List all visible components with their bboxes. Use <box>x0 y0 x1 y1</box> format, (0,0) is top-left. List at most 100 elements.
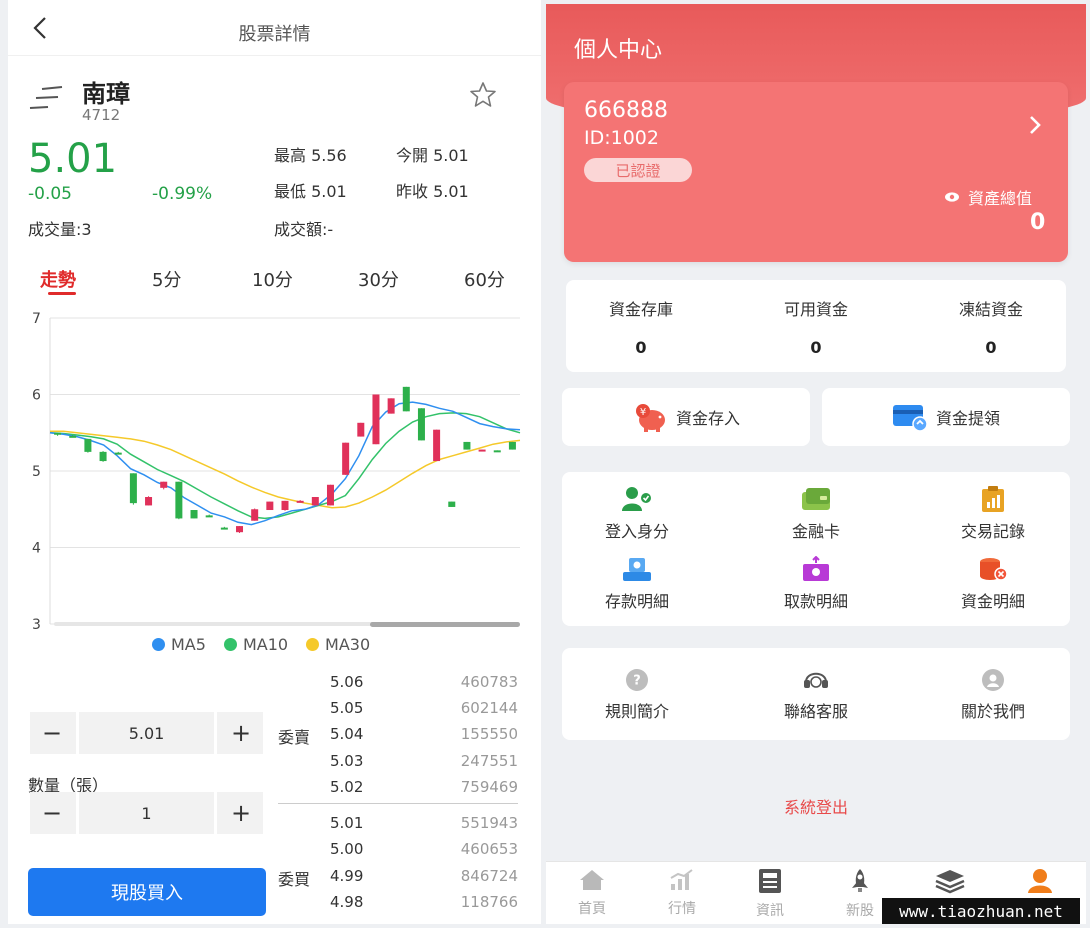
logout-button[interactable]: 系統登出 <box>546 794 1086 818</box>
menu-about-us[interactable]: 關於我們 <box>918 668 1068 722</box>
stock-name: 南璋 <box>82 80 130 108</box>
bank-card-icon <box>802 488 830 510</box>
bid-price: 5.01 <box>330 814 364 832</box>
tab-60min[interactable]: 60分 <box>464 266 505 292</box>
price-decrement-button[interactable]: − <box>30 712 74 754</box>
qty-increment-button[interactable]: + <box>219 792 263 834</box>
candle-body <box>236 526 244 533</box>
withdraw-label: 資金提領 <box>935 409 1000 428</box>
legend-ma30-label: MA30 <box>325 634 371 654</box>
personal-center-title: 個人中心 <box>574 38 663 63</box>
bid-volume: 846724 <box>460 867 518 885</box>
menu-withdraw-details[interactable]: 取款明細 <box>741 556 891 612</box>
qty-decrement-button[interactable]: − <box>30 792 74 834</box>
legend-ma5: MA5 <box>152 635 206 654</box>
tab-trend[interactable]: 走勢 <box>40 266 76 292</box>
tab-home[interactable]: 首頁 <box>552 868 632 918</box>
fund-value: 0 <box>810 338 822 357</box>
candle-body <box>326 484 334 506</box>
account-menu: 登入身分 金融卡 交易記錄 存款明細 取款明細 資金明細 <box>562 472 1070 626</box>
clipboard-chart-icon <box>982 486 1004 512</box>
candle-body <box>448 501 456 507</box>
price-change: -0.05 <box>28 184 72 204</box>
legend-ma10-dot <box>223 637 237 651</box>
tab-market[interactable]: 行情 <box>642 868 722 918</box>
chevron-right-icon[interactable] <box>1026 112 1044 138</box>
bid-price: 4.99 <box>330 867 364 885</box>
legend-ma5-dot <box>152 637 165 651</box>
legend-ma10-label: MA10 <box>242 634 289 654</box>
candle-body <box>54 432 62 435</box>
tab-5min[interactable]: 5分 <box>152 266 181 292</box>
question-icon: ? <box>626 669 648 691</box>
menu-fund-details[interactable]: 資金明細 <box>918 556 1068 612</box>
candle-body <box>99 451 107 462</box>
buy-button[interactable]: 現股買入 <box>28 868 266 916</box>
candle-body <box>205 515 213 518</box>
menu-customer-service[interactable]: 聯絡客服 <box>741 668 891 722</box>
layers-icon <box>935 870 965 894</box>
candle-body <box>508 441 516 450</box>
funds-summary: 資金存庫 0 可用資金 0 凍結資金 0 <box>566 280 1066 372</box>
candle-body <box>220 527 228 530</box>
candle-body <box>357 422 365 437</box>
bid-price: 5.00 <box>330 840 364 858</box>
menu-lines-icon[interactable] <box>28 84 64 112</box>
deposit-button[interactable]: ¥ 資金存入 <box>562 388 810 446</box>
total-assets-value: 0 <box>1030 210 1046 235</box>
menu-rules[interactable]: ? 規則簡介 <box>562 668 712 722</box>
price-input[interactable]: 5.01 <box>76 712 217 754</box>
svg-text:?: ? <box>633 674 641 689</box>
tab-label: 行情 <box>668 901 696 917</box>
home-icon <box>580 870 604 890</box>
menu-bank-card[interactable]: 金融卡 <box>741 486 891 542</box>
price-increment-button[interactable]: + <box>219 712 263 754</box>
y-tick-label: 4 <box>32 541 41 557</box>
candle-body <box>342 442 350 475</box>
candle-body <box>417 408 425 441</box>
withdraw-cash-icon <box>803 556 829 581</box>
tab-label: 首頁 <box>578 901 606 917</box>
user-card[interactable]: 666888 ID:1002 已認證 資產總值 0 <box>564 82 1068 262</box>
tab-profile[interactable] <box>1000 868 1080 900</box>
favorite-star-icon[interactable] <box>468 80 498 110</box>
legend-ma5-label: MA5 <box>171 634 206 654</box>
user-check-icon <box>622 487 651 511</box>
menu-login-identity[interactable]: 登入身分 <box>562 486 712 542</box>
candle-body <box>190 510 198 519</box>
bid-price: 4.98 <box>330 893 364 911</box>
about-icon <box>982 669 1004 691</box>
card-withdraw-icon <box>892 405 928 432</box>
verified-badge: 已認證 <box>584 158 692 182</box>
candlestick-chart: 7 6 5 4 3 <box>32 311 521 632</box>
eye-icon[interactable] <box>944 191 960 203</box>
menu-deposit-details[interactable]: 存款明細 <box>562 556 712 612</box>
legend-ma30-dot <box>306 637 320 651</box>
screen: 股票詳情 南璋 4712 5.01 -0.05 -0.99% 成交量:3 最高 … <box>0 0 1090 928</box>
menu-label: 關於我們 <box>960 702 1025 721</box>
menu-label: 聯絡客服 <box>783 702 848 721</box>
active-tab-indicator <box>48 292 76 295</box>
ask-volume: 460783 <box>460 673 518 691</box>
total-assets-text: 資產總值 <box>968 189 1033 208</box>
fund-label: 凍結資金 <box>958 300 1023 319</box>
stock-detail-panel: 股票詳情 南璋 4712 5.01 -0.05 -0.99% 成交量:3 最高 … <box>8 0 541 924</box>
fund-label: 資金存庫 <box>608 300 673 319</box>
tab-news[interactable]: 資訊 <box>730 868 810 920</box>
tab-30min[interactable]: 30分 <box>358 266 399 292</box>
candle-body <box>175 481 183 519</box>
quantity-input[interactable]: 1 <box>76 792 217 834</box>
tab-10min[interactable]: 10分 <box>252 266 293 292</box>
withdraw-button[interactable]: 資金提領 <box>822 388 1070 446</box>
candle-body <box>69 435 77 438</box>
y-tick-label: 5 <box>32 464 41 480</box>
ask-volume: 155550 <box>460 725 518 743</box>
menu-trade-records[interactable]: 交易記錄 <box>918 486 1068 542</box>
chart-scroll-thumb <box>370 622 520 627</box>
candle-body <box>251 509 259 521</box>
volume: 成交量:3 <box>28 220 92 239</box>
stat-open: 今開 5.01 <box>396 146 469 165</box>
menu-label: 交易記錄 <box>960 522 1025 541</box>
tab-positions[interactable] <box>910 868 990 900</box>
candle-body <box>493 450 501 453</box>
